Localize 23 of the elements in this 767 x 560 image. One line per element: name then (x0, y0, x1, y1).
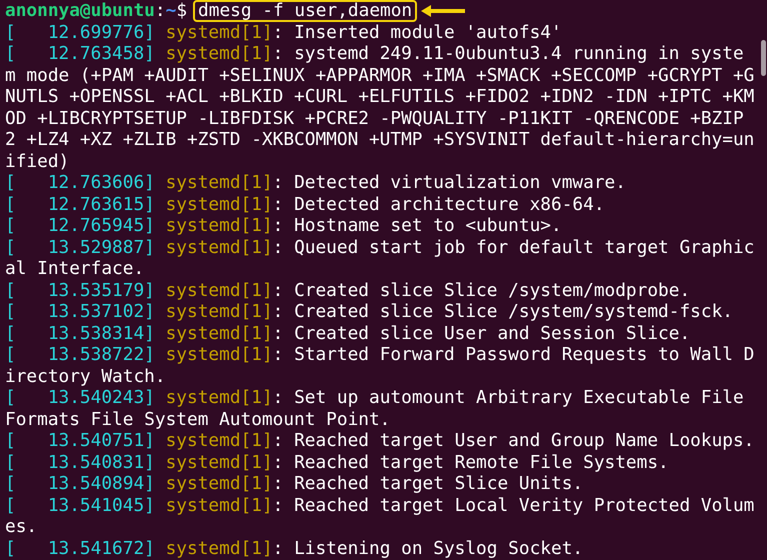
log-line: [ 13.538722] systemd[1]: Started Forward Password Requests to Wall Directory Watch. (5, 344, 756, 387)
log-line: [ 13.540751] systemd[1]: Reached target User and Group Name Lookups. (5, 430, 756, 452)
log-line: [ 13.540243] systemd[1]: Set up automount Arbitrary Executable File Formats File System Automount Point. (5, 387, 745, 430)
log-line: [ 13.529887] systemd[1]: Queued start job for default target Graphical Interface. (5, 236, 756, 280)
log-line: [ 13.541045] systemd[1]: Reached target Local Verity Protected Volumes. (5, 494, 756, 538)
log-line: [ 13.540894] systemd[1]: Reached target Slice Units. (5, 473, 584, 494)
log-line: [ 13.541672] systemd[1]: Listening on Syslog Socket. (5, 538, 584, 559)
prompt-symbol: $ (176, 0, 188, 22)
log-line: [ 12.763606] systemd[1]: Detected virtualization vmware. (5, 172, 627, 194)
scrollbar[interactable] (761, 40, 766, 76)
prompt-path: ~ (166, 0, 176, 22)
prompt-user-host: anonnya@ubuntu (5, 0, 155, 22)
log-line: [ 13.535179] systemd[1]: Created slice Slice /system/modprobe. (5, 280, 692, 301)
log-line: [ 12.765945] systemd[1]: Hostname set to <ubuntu>. (5, 215, 563, 236)
log-line: [ 13.537102] systemd[1]: Created slice Slice /system/systemd-fsck. (5, 301, 734, 322)
log-line: [ 13.538314] systemd[1]: Created slice User and Session Slice. (5, 322, 692, 344)
log-line: [ 13.540831] systemd[1]: Reached target Remote File Systems. (5, 452, 670, 473)
log-line: [ 12.699776] systemd[1]: Inserted module 'autofs4' (5, 22, 563, 43)
command-text: dmesg -f user,daemon (193, 0, 418, 22)
log-line: [ 12.763615] systemd[1]: Detected architecture x86-64. (5, 194, 606, 215)
arrow-icon (419, 4, 466, 18)
prompt-separator: : (154, 0, 166, 22)
log-line: [ 12.763458] systemd[1]: systemd 249.11-0ubuntu3.4 running in system mode (+PAM +AUDIT +SELINUX +APPARMOR +IMA +SMACK +SECCOMP +GCRYPT +GNUTLS +OPENSSL +ACL +BLKID +CURL +ELFUTILS +FIDO2 +IDN2 -IDN +IPTC +KMOD +LIBCRYPTSETUP -LIBFDISK +PCRE2 -PWQUALITY -P11KIT -QRENCODE +BZIP2 +LZ4 +XZ +ZLIB +ZSTD -XKBCOMMON +UTMP +SYSVINIT default-hierarchy=unified) (5, 43, 756, 172)
